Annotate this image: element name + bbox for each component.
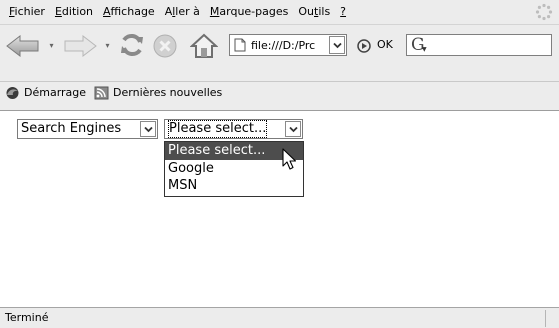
- url-input[interactable]: [251, 38, 333, 52]
- throbber-icon: [535, 3, 553, 21]
- page-content: Search Engines Please select...: [0, 110, 559, 307]
- chevron-down-icon: [288, 126, 298, 132]
- url-history-dropdown[interactable]: [329, 36, 345, 54]
- engine-select-arrow[interactable]: [285, 121, 301, 137]
- menu-affichage[interactable]: Affichage: [98, 0, 160, 24]
- url-bar[interactable]: [229, 34, 347, 56]
- navigation-toolbar: ▾ ▾ OK G ▼: [0, 24, 559, 64]
- back-arrow-icon[interactable]: [5, 35, 41, 57]
- menu-aide[interactable]: ?: [335, 0, 351, 24]
- category-select[interactable]: Search Engines: [17, 119, 158, 139]
- home-icon[interactable]: [190, 32, 218, 60]
- search-engine-dropdown-icon[interactable]: ▼: [422, 46, 427, 53]
- rss-icon: [94, 86, 109, 99]
- chevron-down-icon: [143, 126, 153, 132]
- reload-icon[interactable]: [118, 31, 146, 59]
- bookmark-demarrage[interactable]: Démarrage: [5, 86, 86, 100]
- engine-select[interactable]: Please select...: [164, 119, 303, 139]
- menu-edition[interactable]: Edition: [50, 0, 98, 24]
- forward-arrow-icon[interactable]: [62, 35, 98, 57]
- category-select-arrow[interactable]: [140, 121, 156, 137]
- menu-marque-pages[interactable]: Marque-pages: [205, 0, 293, 24]
- menu-outils[interactable]: Outils: [293, 0, 335, 24]
- forward-dropdown-icon[interactable]: ▾: [103, 42, 112, 50]
- status-bar: Terminé: [0, 307, 559, 328]
- firefox-icon: [6, 86, 19, 99]
- option-msn[interactable]: MSN: [165, 177, 303, 195]
- mouse-pointer-icon: [282, 148, 297, 170]
- bookmarks-toolbar: Démarrage Dernières nouvelles: [0, 81, 559, 103]
- menu-fichier[interactable]: Fichier: [4, 0, 50, 24]
- status-text: Terminé: [5, 311, 49, 324]
- go-button[interactable]: OK: [377, 38, 393, 51]
- chevron-down-icon: [332, 42, 342, 48]
- stop-icon[interactable]: [152, 33, 178, 59]
- search-box[interactable]: G ▼: [406, 34, 552, 56]
- menu-aller-a[interactable]: Aller à: [160, 0, 205, 24]
- go-icon[interactable]: [357, 39, 371, 53]
- page-icon: [234, 38, 246, 52]
- bookmark-dernieres-nouvelles[interactable]: Dernières nouvelles: [94, 86, 222, 100]
- menu-bar: Fichier Edition Affichage Aller à Marque…: [0, 0, 559, 24]
- resize-grip[interactable]: [545, 310, 559, 327]
- back-dropdown-icon[interactable]: ▾: [47, 42, 56, 50]
